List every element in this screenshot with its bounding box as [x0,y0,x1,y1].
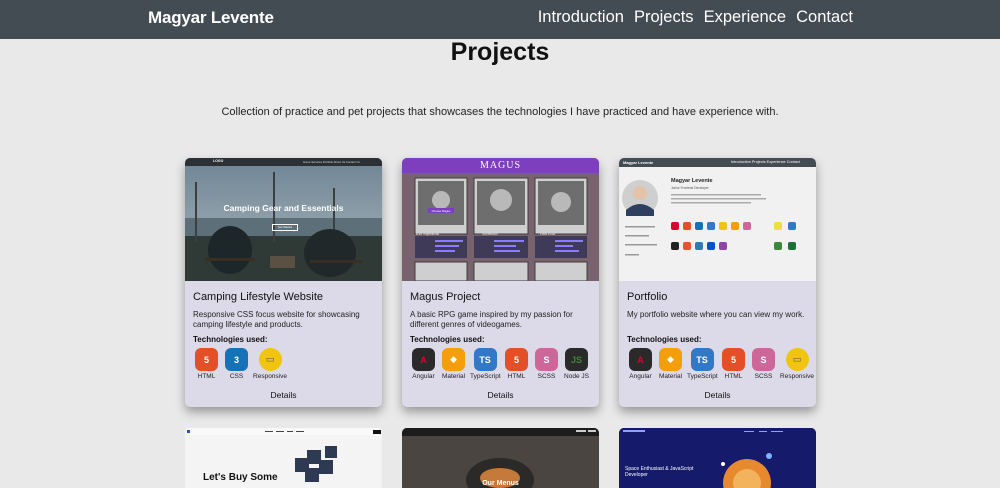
thumb-name: Magyar Levente [671,178,713,184]
typescript-icon: TS [473,348,497,371]
details-button[interactable]: Details [402,390,599,400]
project-card-camping: LOGO Home Services Portfolio About Us Co… [185,158,382,407]
scss-icon: S [535,348,558,371]
scss-icon: S [752,348,775,371]
card-title: Camping Lifestyle Website [193,291,324,303]
details-button[interactable]: Details [619,390,816,400]
tech-name: HTML [724,373,743,380]
tech-item: ▭ Responsive [253,348,287,380]
tech-item: 5 HTML [503,348,530,380]
tech-name: Material [441,373,466,380]
tech-name: Node JS [564,373,589,380]
project-thumbnail[interactable]: LOGO Home Services Portfolio About Us Co… [185,158,382,281]
tech-item: 5 HTML [720,348,747,380]
nav-link-projects[interactable]: Projects [634,8,694,27]
technologies-label: Technologies used: [627,335,702,344]
thumb-headline: Camping Gear and Essentials [223,203,344,213]
technologies-label: Technologies used: [410,335,485,344]
project-card-portfolio: Magyar Levente Introduction Projects Exp… [619,158,816,407]
card-title: Portfolio [627,291,668,303]
tech-name: Responsive [253,373,287,380]
tech-item: TS TypeScript [470,348,501,380]
thumb-hero-name: Stormwind [482,232,498,236]
nav-links: Introduction Projects Experience Contact [538,8,853,27]
angular-icon: A [629,348,652,371]
thumb-brand: Magyar Levente [623,159,654,165]
tech-item: 3 CSS [223,348,250,380]
project-thumbnail[interactable]: MAGUS Choose Magus Kari Nightshade Storm… [402,158,599,281]
technologies-label: Technologies used: [193,335,268,344]
nodejs-icon: JS [565,348,588,371]
angular-icon: A [412,348,435,371]
thumb-logo: LOGO [213,159,224,163]
project-card-partial[interactable]: Let's Buy Some [185,428,382,488]
html5-icon: 5 [505,348,528,371]
thumb-banner: MAGUS [479,160,522,171]
thumb-role: Junior Frontend Developer [671,186,709,190]
tech-name: SCSS [754,373,773,380]
technologies-list: A Angular ◆ Material TS TypeScript 5 HTM… [410,348,590,380]
tech-item: A Angular [410,348,437,380]
html5-icon: 5 [195,348,218,371]
tech-item: ◆ Material [440,348,467,380]
project-thumbnail[interactable]: Magyar Levente Introduction Projects Exp… [619,158,816,281]
tech-name: HTML [197,373,216,380]
thumb-menu: Home Services Portfolio About Us Contact… [303,159,360,164]
intro-text: Collection of practice and pet projects … [221,106,779,118]
tech-name: TypeScript [687,373,718,380]
tech-name: Material [658,373,683,380]
nav-link-introduction[interactable]: Introduction [538,8,624,27]
tech-name: TypeScript [470,373,501,380]
tech-name: HTML [507,373,526,380]
project-card-partial[interactable]: Space Enthusiast & JavaScript Developer [619,428,816,488]
html5-icon: 5 [722,348,745,371]
thumb-hero-name: Ulthi Polar [540,232,556,236]
nav-link-experience[interactable]: Experience [704,8,787,27]
thumb-menu: Introduction Projects Experience Contact [731,159,800,164]
responsive-icon: ▭ [785,348,809,371]
card-description: My portfolio website where you can view … [627,310,805,319]
tech-name: Angular [412,373,435,380]
card-description: Responsive CSS focus website for showcas… [193,310,360,329]
project-card-partial[interactable]: Our Menus [402,428,599,488]
tech-item: 5 HTML [193,348,220,380]
card-title: Magus Project [410,291,481,303]
tech-name: Responsive [780,373,814,380]
tech-item: ▭ Responsive [780,348,814,380]
details-button[interactable]: Details [185,390,382,400]
thumb-headline: Space Enthusiast & JavaScript Developer [625,466,694,478]
page-title: Projects [450,38,550,66]
tech-item: S SCSS [750,348,777,380]
thumb-headline: Let's Buy Some [203,472,278,483]
css3-icon: 3 [225,348,248,371]
material-icon: ◆ [659,348,682,371]
tech-item: ◆ Material [657,348,684,380]
responsive-icon: ▭ [258,348,282,371]
project-card-magus: MAGUS Choose Magus Kari Nightshade Storm… [402,158,599,407]
thumb-headline: Our Menus [482,480,519,487]
thumb-hero-name: Kari Nightshade [416,232,440,236]
technologies-list: 5 HTML 3 CSS ▭ Responsive [193,348,287,380]
material-icon: ◆ [442,348,465,371]
brand-name[interactable]: Magyar Levente [148,8,274,28]
thumb-cta: Get Started [272,224,298,231]
tech-item: TS TypeScript [687,348,718,380]
typescript-icon: TS [690,348,714,371]
tech-name: SCSS [537,373,556,380]
nav-link-contact[interactable]: Contact [796,8,853,27]
tech-item: S SCSS [533,348,560,380]
tech-name: CSS [229,373,244,380]
tech-item: JS Node JS [563,348,590,380]
navbar: Magyar Levente Introduction Projects Exp… [0,0,1000,39]
thumb-button: Choose Magus [431,208,451,213]
technologies-list: A Angular ◆ Material TS TypeScript 5 HTM… [627,348,814,380]
card-description: A basic RPG game inspired by my passion … [410,310,573,329]
tech-item: A Angular [627,348,654,380]
tech-name: Angular [629,373,652,380]
